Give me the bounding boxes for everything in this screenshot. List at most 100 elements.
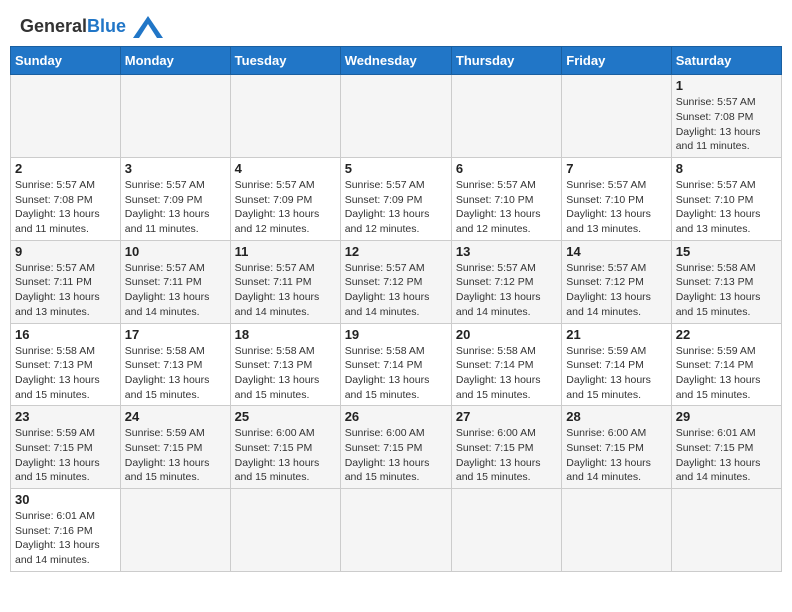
weekday-header-monday: Monday <box>120 47 230 75</box>
day-info: Sunrise: 5:57 AM Sunset: 7:10 PM Dayligh… <box>566 178 666 237</box>
calendar-cell: 29Sunrise: 6:01 AM Sunset: 7:15 PM Dayli… <box>671 406 781 489</box>
day-number: 24 <box>125 409 226 424</box>
day-number: 15 <box>676 244 777 259</box>
calendar-cell: 26 Sunrise: 6:00 AM Sunset: 7:15 PM Dayli… <box>340 406 451 489</box>
day-info: Sunrise: 5:57 AM Sunset: 7:12 PM Dayligh… <box>345 261 447 320</box>
calendar-cell: 23 Sunrise: 5:59 AM Sunset: 7:15 PM Dayli… <box>11 406 121 489</box>
calendar-cell <box>451 489 561 572</box>
weekday-header-wednesday: Wednesday <box>340 47 451 75</box>
day-number: 6 <box>456 161 557 176</box>
calendar-week-row: 16Sunrise: 5:58 AM Sunset: 7:13 PM Dayli… <box>11 323 782 406</box>
calendar-cell: 22Sunrise: 5:59 AM Sunset: 7:14 PM Dayli… <box>671 323 781 406</box>
day-number: 3 <box>125 161 226 176</box>
weekday-header-thursday: Thursday <box>451 47 561 75</box>
logo-general: General <box>20 16 87 36</box>
calendar-cell <box>120 489 230 572</box>
weekday-header-saturday: Saturday <box>671 47 781 75</box>
day-number: 9 <box>15 244 116 259</box>
day-number: 5 <box>345 161 447 176</box>
logo: GeneralBlue <box>20 16 163 38</box>
logo-icon <box>133 16 163 38</box>
day-info: Sunrise: 5:58 AM Sunset: 7:13 PM Dayligh… <box>235 344 336 403</box>
day-number: 23 <box>15 409 116 424</box>
day-info: Sunrise: 6:00 AM Sunset: 7:15 PM Dayligh… <box>235 426 336 485</box>
calendar-cell: 18 Sunrise: 5:58 AM Sunset: 7:13 PM Dayli… <box>230 323 340 406</box>
calendar-cell <box>230 75 340 158</box>
day-number: 19 <box>345 327 447 342</box>
day-info: Sunrise: 6:01 AM Sunset: 7:16 PM Dayligh… <box>15 509 116 568</box>
calendar-cell: 21Sunrise: 5:59 AM Sunset: 7:14 PM Dayli… <box>562 323 671 406</box>
day-info: Sunrise: 5:57 AM Sunset: 7:11 PM Dayligh… <box>125 261 226 320</box>
day-number: 14 <box>566 244 666 259</box>
day-info: Sunrise: 5:58 AM Sunset: 7:14 PM Dayligh… <box>456 344 557 403</box>
day-info: Sunrise: 5:58 AM Sunset: 7:14 PM Dayligh… <box>345 344 447 403</box>
calendar-cell: 13 Sunrise: 5:57 AM Sunset: 7:12 PM Dayli… <box>451 240 561 323</box>
day-info: Sunrise: 5:57 AM Sunset: 7:10 PM Dayligh… <box>676 178 777 237</box>
day-number: 29 <box>676 409 777 424</box>
calendar-cell <box>562 75 671 158</box>
calendar-cell: 11 Sunrise: 5:57 AM Sunset: 7:11 PM Dayli… <box>230 240 340 323</box>
day-number: 18 <box>235 327 336 342</box>
calendar-cell: 16Sunrise: 5:58 AM Sunset: 7:13 PM Dayli… <box>11 323 121 406</box>
calendar-cell: 25 Sunrise: 6:00 AM Sunset: 7:15 PM Dayli… <box>230 406 340 489</box>
calendar-cell <box>11 75 121 158</box>
calendar-week-row: 23 Sunrise: 5:59 AM Sunset: 7:15 PM Dayli… <box>11 406 782 489</box>
day-info: Sunrise: 5:57 AM Sunset: 7:12 PM Dayligh… <box>456 261 557 320</box>
calendar-week-row: 2 Sunrise: 5:57 AM Sunset: 7:08 PM Daylig… <box>11 158 782 241</box>
day-info: Sunrise: 5:57 AM Sunset: 7:10 PM Dayligh… <box>456 178 557 237</box>
day-number: 17 <box>125 327 226 342</box>
weekday-header-tuesday: Tuesday <box>230 47 340 75</box>
day-info: Sunrise: 5:59 AM Sunset: 7:15 PM Dayligh… <box>15 426 116 485</box>
calendar-cell <box>562 489 671 572</box>
logo-text: GeneralBlue <box>20 16 163 38</box>
day-number: 12 <box>345 244 447 259</box>
day-info: Sunrise: 5:57 AM Sunset: 7:11 PM Dayligh… <box>15 261 116 320</box>
day-number: 26 <box>345 409 447 424</box>
calendar-cell <box>340 489 451 572</box>
calendar-cell: 1Sunrise: 5:57 AM Sunset: 7:08 PM Daylig… <box>671 75 781 158</box>
day-info: Sunrise: 5:58 AM Sunset: 7:13 PM Dayligh… <box>125 344 226 403</box>
day-number: 20 <box>456 327 557 342</box>
day-info: Sunrise: 5:58 AM Sunset: 7:13 PM Dayligh… <box>676 261 777 320</box>
day-info: Sunrise: 5:57 AM Sunset: 7:09 PM Dayligh… <box>235 178 336 237</box>
day-info: Sunrise: 5:57 AM Sunset: 7:11 PM Dayligh… <box>235 261 336 320</box>
day-number: 1 <box>676 78 777 93</box>
calendar-cell: 17 Sunrise: 5:58 AM Sunset: 7:13 PM Dayli… <box>120 323 230 406</box>
day-number: 11 <box>235 244 336 259</box>
day-number: 10 <box>125 244 226 259</box>
day-info: Sunrise: 6:00 AM Sunset: 7:15 PM Dayligh… <box>456 426 557 485</box>
calendar-week-row: 9 Sunrise: 5:57 AM Sunset: 7:11 PM Daylig… <box>11 240 782 323</box>
calendar-week-row: 1Sunrise: 5:57 AM Sunset: 7:08 PM Daylig… <box>11 75 782 158</box>
calendar-cell: 30 Sunrise: 6:01 AM Sunset: 7:16 PM Dayli… <box>11 489 121 572</box>
calendar-cell: 24 Sunrise: 5:59 AM Sunset: 7:15 PM Dayli… <box>120 406 230 489</box>
day-info: Sunrise: 5:59 AM Sunset: 7:15 PM Dayligh… <box>125 426 226 485</box>
calendar-cell: 8 Sunrise: 5:57 AM Sunset: 7:10 PM Daylig… <box>671 158 781 241</box>
day-number: 22 <box>676 327 777 342</box>
day-number: 13 <box>456 244 557 259</box>
calendar-cell: 2 Sunrise: 5:57 AM Sunset: 7:08 PM Daylig… <box>11 158 121 241</box>
day-info: Sunrise: 6:00 AM Sunset: 7:15 PM Dayligh… <box>345 426 447 485</box>
calendar-cell: 4 Sunrise: 5:57 AM Sunset: 7:09 PM Daylig… <box>230 158 340 241</box>
day-info: Sunrise: 5:57 AM Sunset: 7:08 PM Dayligh… <box>15 178 116 237</box>
weekday-header-sunday: Sunday <box>11 47 121 75</box>
logo-blue: Blue <box>87 16 126 36</box>
calendar-cell <box>340 75 451 158</box>
calendar-cell: 20 Sunrise: 5:58 AM Sunset: 7:14 PM Dayli… <box>451 323 561 406</box>
calendar-cell <box>671 489 781 572</box>
calendar-cell: 7Sunrise: 5:57 AM Sunset: 7:10 PM Daylig… <box>562 158 671 241</box>
day-number: 27 <box>456 409 557 424</box>
day-number: 2 <box>15 161 116 176</box>
day-number: 4 <box>235 161 336 176</box>
calendar-cell: 27 Sunrise: 6:00 AM Sunset: 7:15 PM Dayli… <box>451 406 561 489</box>
calendar-cell <box>451 75 561 158</box>
calendar-cell: 28 Sunrise: 6:00 AM Sunset: 7:15 PM Dayli… <box>562 406 671 489</box>
calendar-cell: 19 Sunrise: 5:58 AM Sunset: 7:14 PM Dayli… <box>340 323 451 406</box>
day-number: 28 <box>566 409 666 424</box>
calendar-table: SundayMondayTuesdayWednesdayThursdayFrid… <box>10 46 782 572</box>
weekday-header-friday: Friday <box>562 47 671 75</box>
day-number: 30 <box>15 492 116 507</box>
day-number: 25 <box>235 409 336 424</box>
day-number: 8 <box>676 161 777 176</box>
day-info: Sunrise: 5:58 AM Sunset: 7:13 PM Dayligh… <box>15 344 116 403</box>
day-info: Sunrise: 6:00 AM Sunset: 7:15 PM Dayligh… <box>566 426 666 485</box>
